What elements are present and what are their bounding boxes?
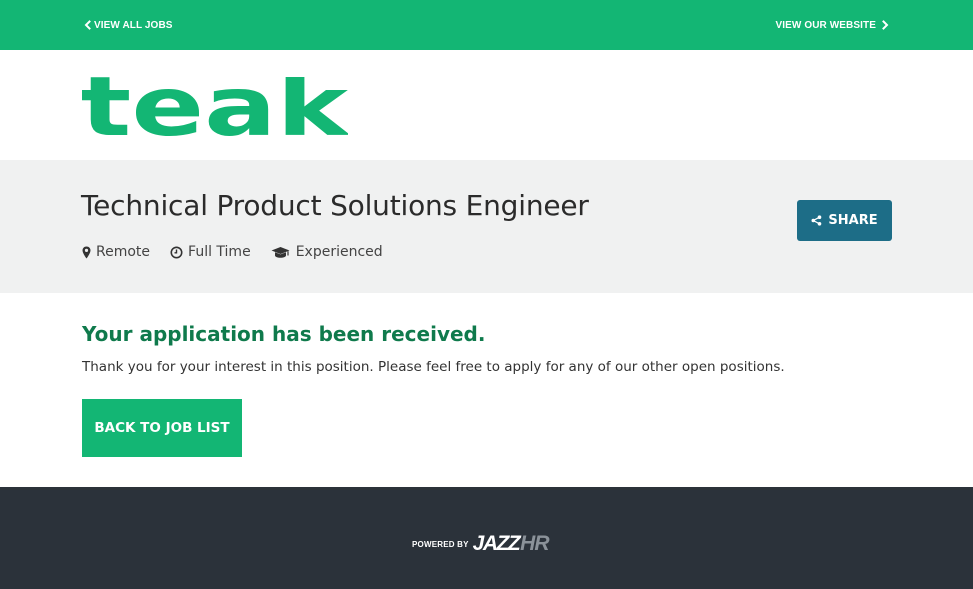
job-experience-label: Experienced xyxy=(295,244,383,260)
back-to-job-list-button[interactable]: BACK TO JOB LIST xyxy=(82,399,242,457)
logo-band: teak xyxy=(0,50,973,160)
top-nav-bar: VIEW ALL JOBS VIEW OUR WEBSITE xyxy=(0,0,973,50)
jazz-wordmark: JAZZ xyxy=(472,532,521,555)
map-marker-icon xyxy=(82,246,91,258)
clock-icon xyxy=(170,246,183,258)
powered-by-jazzhr-link[interactable]: POWERED BY JAZZ HR xyxy=(412,532,550,556)
share-button-label: SHARE xyxy=(828,213,878,228)
hr-wordmark: HR xyxy=(520,532,549,555)
view-our-website-link[interactable]: VIEW OUR WEBSITE xyxy=(776,0,892,50)
view-all-jobs-link[interactable]: VIEW ALL JOBS xyxy=(82,0,173,50)
powered-by-label: POWERED BY xyxy=(412,539,469,549)
job-type: Full Time xyxy=(170,244,251,260)
chevron-right-icon xyxy=(882,20,889,30)
job-meta: Remote Full Time Experienced xyxy=(82,244,403,260)
job-experience: Experienced xyxy=(271,244,383,260)
svg-text:teak: teak xyxy=(82,77,348,137)
share-button[interactable]: SHARE xyxy=(797,200,892,241)
footer: POWERED BY JAZZ HR xyxy=(0,487,973,589)
confirmation-heading: Your application has been received. xyxy=(82,322,486,346)
job-location-label: Remote xyxy=(96,244,151,260)
chevron-left-icon xyxy=(84,20,91,30)
view-our-website-label: VIEW OUR WEBSITE xyxy=(775,19,876,31)
view-all-jobs-label: VIEW ALL JOBS xyxy=(94,19,173,31)
job-title: Technical Product Solutions Engineer xyxy=(81,189,589,222)
graduation-cap-icon xyxy=(271,246,290,258)
teak-logo[interactable]: teak xyxy=(82,77,348,137)
job-location: Remote xyxy=(82,244,150,260)
job-type-label: Full Time xyxy=(188,244,251,260)
job-header: Technical Product Solutions Engineer Rem… xyxy=(0,160,973,293)
confirmation-message: Thank you for your interest in this posi… xyxy=(82,359,785,375)
share-icon xyxy=(811,215,822,226)
